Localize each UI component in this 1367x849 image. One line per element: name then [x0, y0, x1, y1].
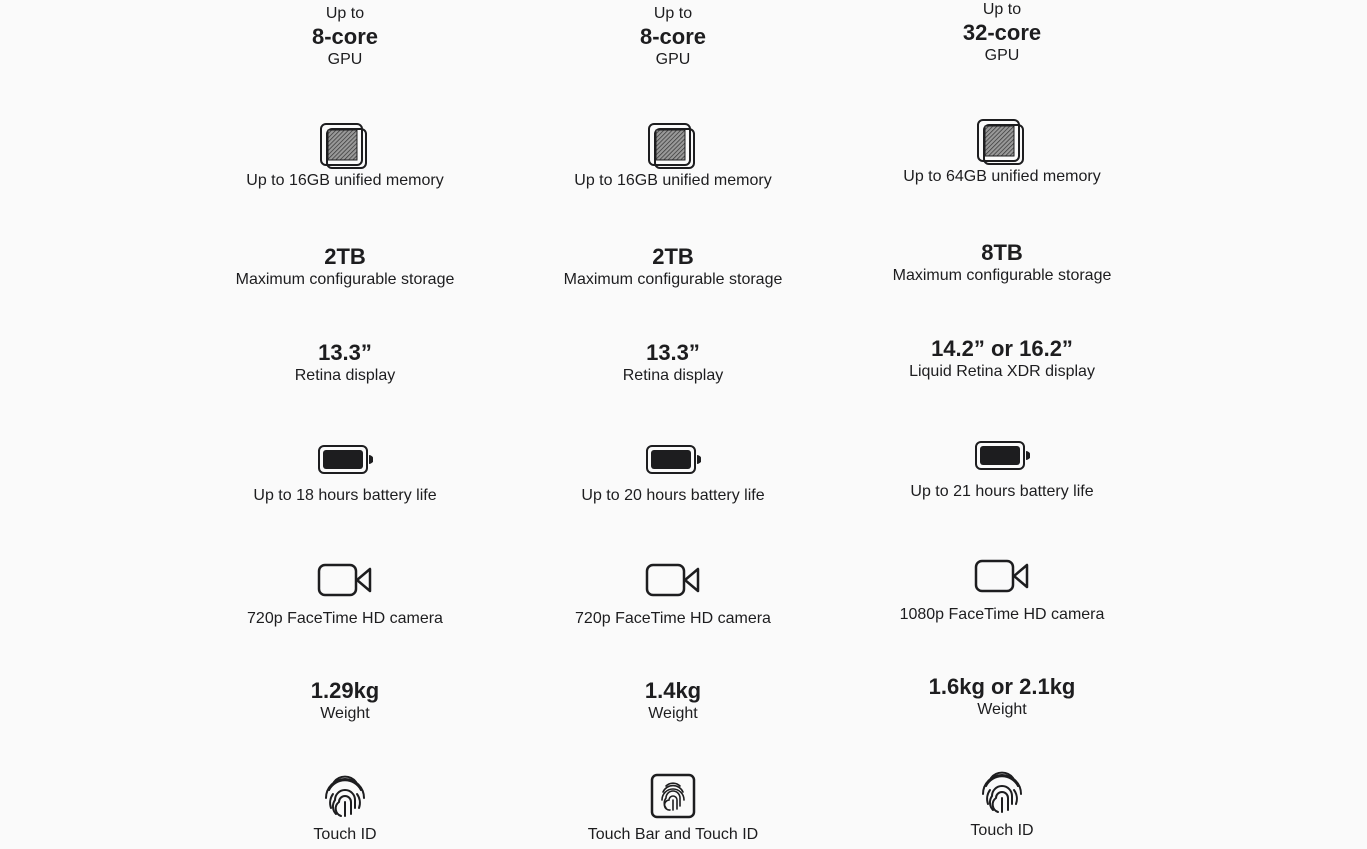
- security-label: Touch ID: [313, 826, 377, 843]
- battery-spec: Up to 21 hours battery life: [852, 439, 1152, 502]
- display-label: Retina display: [622, 367, 724, 384]
- gpu-label: GPU: [655, 51, 691, 68]
- weight-value: 1.6kg or 2.1kg: [928, 674, 1076, 699]
- battery-label: Up to 20 hours battery life: [581, 487, 765, 504]
- battery-icon: [318, 445, 373, 474]
- display-spec: 14.2” or 16.2” Liquid Retina XDR display: [852, 336, 1152, 382]
- video-camera-icon: [317, 563, 372, 597]
- memory-spec: Up to 16GB unified memory: [195, 121, 495, 191]
- display-label: Liquid Retina XDR display: [909, 363, 1095, 380]
- weight-label: Weight: [977, 701, 1027, 718]
- memory-label: Up to 64GB unified memory: [903, 168, 1101, 185]
- storage-spec: 8TB Maximum configurable storage: [852, 240, 1152, 286]
- gpu-spec: Up to 8-core GPU: [523, 4, 823, 70]
- weight-label: Weight: [320, 705, 370, 722]
- video-camera-icon: [974, 559, 1029, 593]
- gpu-value: 8-core: [639, 24, 707, 49]
- display-spec: 13.3” Retina display: [195, 340, 495, 386]
- memory-spec: Up to 64GB unified memory: [852, 117, 1152, 187]
- weight-spec: 1.6kg or 2.1kg Weight: [852, 674, 1152, 720]
- gpu-prefix: Up to: [325, 5, 365, 22]
- gpu-prefix: Up to: [653, 5, 693, 22]
- camera-spec: 720p FaceTime HD camera: [523, 561, 823, 629]
- storage-value: 8TB: [981, 240, 1023, 265]
- security-label: Touch ID: [970, 822, 1034, 839]
- gpu-value: 8-core: [311, 24, 379, 49]
- security-spec: Touch ID: [852, 768, 1152, 841]
- display-value: 13.3”: [646, 340, 700, 365]
- security-spec: Touch Bar and Touch ID: [523, 772, 823, 845]
- weight-value: 1.29kg: [310, 678, 380, 703]
- memory-label: Up to 16GB unified memory: [246, 172, 444, 189]
- gpu-spec: Up to 32-core GPU: [852, 0, 1152, 66]
- storage-spec: 2TB Maximum configurable storage: [195, 244, 495, 290]
- gpu-label: GPU: [327, 51, 363, 68]
- gpu-prefix: Up to: [982, 1, 1022, 18]
- weight-value: 1.4kg: [644, 678, 702, 703]
- camera-label: 720p FaceTime HD camera: [575, 610, 771, 627]
- storage-label: Maximum configurable storage: [563, 271, 783, 288]
- camera-label: 720p FaceTime HD camera: [247, 610, 443, 627]
- battery-icon: [646, 445, 701, 474]
- gpu-label: GPU: [984, 47, 1020, 64]
- memory-label: Up to 16GB unified memory: [574, 172, 772, 189]
- security-label: Touch Bar and Touch ID: [587, 826, 759, 843]
- storage-value: 2TB: [652, 244, 694, 269]
- memory-chip-icon: [648, 123, 695, 169]
- storage-spec: 2TB Maximum configurable storage: [523, 244, 823, 290]
- security-spec: Touch ID: [195, 772, 495, 845]
- camera-spec: 1080p FaceTime HD camera: [852, 557, 1152, 625]
- battery-label: Up to 21 hours battery life: [910, 483, 1094, 500]
- display-value: 13.3”: [318, 340, 372, 365]
- camera-spec: 720p FaceTime HD camera: [195, 561, 495, 629]
- memory-spec: Up to 16GB unified memory: [523, 121, 823, 191]
- battery-label: Up to 18 hours battery life: [253, 487, 437, 504]
- battery-icon: [975, 441, 1030, 470]
- display-label: Retina display: [294, 367, 396, 384]
- weight-spec: 1.29kg Weight: [195, 678, 495, 724]
- battery-spec: Up to 18 hours battery life: [195, 443, 495, 506]
- video-camera-icon: [645, 563, 700, 597]
- weight-label: Weight: [648, 705, 698, 722]
- weight-spec: 1.4kg Weight: [523, 678, 823, 724]
- fingerprint-icon: [982, 771, 1022, 813]
- gpu-value: 32-core: [962, 20, 1042, 45]
- memory-chip-icon: [977, 119, 1024, 165]
- touch-bar-fingerprint-icon: [650, 773, 696, 819]
- display-value: 14.2” or 16.2”: [931, 336, 1073, 361]
- storage-label: Maximum configurable storage: [892, 267, 1112, 284]
- display-spec: 13.3” Retina display: [523, 340, 823, 386]
- storage-value: 2TB: [324, 244, 366, 269]
- memory-chip-icon: [320, 123, 367, 169]
- battery-spec: Up to 20 hours battery life: [523, 443, 823, 506]
- gpu-spec: Up to 8-core GPU: [195, 4, 495, 70]
- fingerprint-icon: [325, 775, 365, 817]
- camera-label: 1080p FaceTime HD camera: [899, 606, 1105, 623]
- storage-label: Maximum configurable storage: [235, 271, 455, 288]
